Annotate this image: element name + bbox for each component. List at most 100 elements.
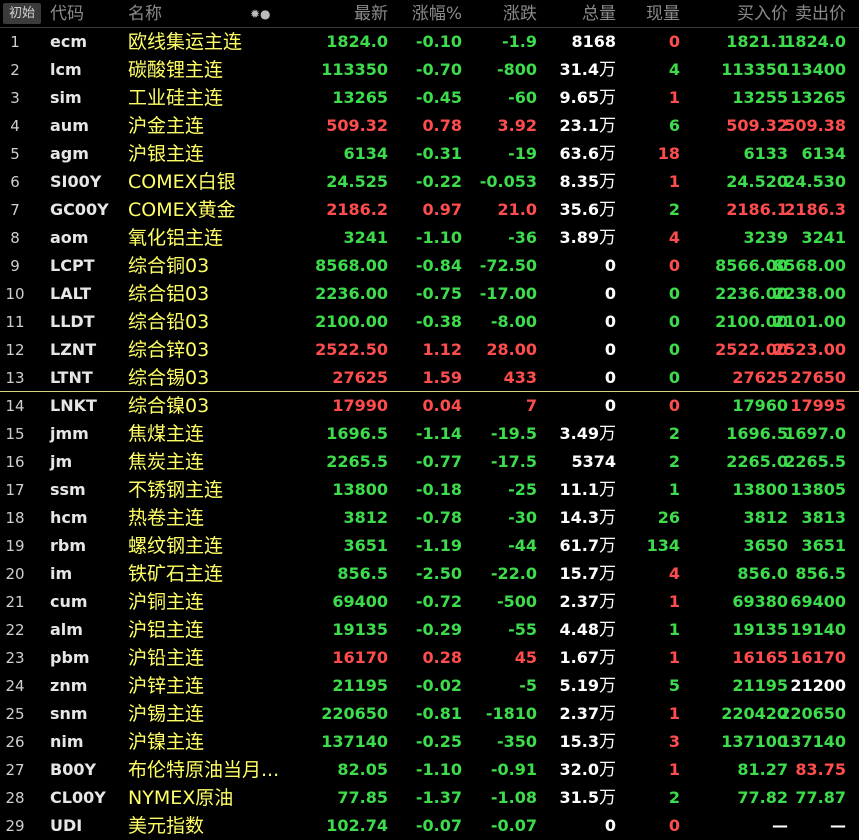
change-percent: -0.29	[415, 620, 462, 639]
total-volume-unit: 万	[599, 564, 616, 584]
quote-row[interactable]: 21 cum 沪铜主连 69400 -0.72 -500 1 69380 69400 2.37万	[0, 588, 859, 616]
current-volume: 1	[668, 480, 680, 499]
quote-row[interactable]: 18 hcm 热卷主连 3812 -0.78 -30 26 3812 3813 14.3万	[0, 504, 859, 532]
symbol-code: lcm	[50, 60, 82, 79]
row-index: 4	[10, 117, 20, 135]
total-volume-unit: 万	[599, 228, 616, 248]
ask-price: 509.38	[784, 116, 846, 135]
symbol-code: hcm	[50, 508, 88, 527]
change-value: -19	[508, 144, 537, 163]
quote-row[interactable]: 7 GC00Y COMEX黄金 2186.2 0.97 21.0 2 2186.1 2186.3…	[0, 196, 859, 224]
quote-row[interactable]: 11 LLDT 综合铅03 2100.00 -0.38 -8.00 0 2100.00 2101…	[0, 308, 859, 336]
col-ask[interactable]: 卖出价	[760, 3, 846, 25]
quote-row[interactable]: 26 nim 沪镍主连 137140 -0.25 -350 3 137100 137140 15.…	[0, 728, 859, 756]
change-value: -1.08	[490, 788, 537, 807]
quote-row[interactable]: 1 ecm 欧线集运主连 1824.0 -0.10 -1.9 0 1821.1 1824.0 81…	[0, 28, 859, 56]
change-percent: -1.10	[415, 228, 462, 247]
change-percent: -0.25	[415, 732, 462, 751]
col-code[interactable]: 代码	[50, 3, 84, 25]
ask-price: 220650	[779, 704, 846, 723]
row-index: 20	[5, 565, 25, 583]
quote-row[interactable]: 8 aom 氧化铝主连 3241 -1.10 -36 4 3239 3241 3.89万	[0, 224, 859, 252]
change-percent: -0.78	[415, 508, 462, 527]
ask-price: 113400	[779, 60, 846, 79]
ask-price: 13265	[790, 88, 846, 107]
quote-row[interactable]: 17 ssm 不锈钢主连 13800 -0.18 -25 1 13800 13805 11.1万	[0, 476, 859, 504]
total-volume: 15.7万	[540, 560, 616, 588]
quote-row[interactable]: 20 im 铁矿石主连 856.5 -2.50 -22.0 4 856.0 856.5 15.7万	[0, 560, 859, 588]
change-value: -19.5	[490, 424, 537, 443]
quote-row[interactable]: 14 LNKT 综合镍03 17990 0.04 7 0 17960 17995 0	[0, 392, 859, 420]
quote-row[interactable]: 6 SI00Y COMEX白银 24.525 -0.22 -0.053 1 24.520 24.…	[0, 168, 859, 196]
quote-row[interactable]: 13 LTNT 综合锡03 27625 1.59 433 0 27625 27650 0	[0, 364, 859, 392]
quote-row[interactable]: 16 jm 焦炭主连 2265.5 -0.77 -17.5 2 2265.0 2265.5 537…	[0, 448, 859, 476]
quote-row[interactable]: 29 UDI 美元指数 102.74 -0.07 -0.07 0— —0	[0, 812, 859, 840]
quote-row[interactable]: 19 rbm 螺纹钢主连 3651 -1.19 -44 134 3650 3651 61.7万	[0, 532, 859, 560]
quote-row[interactable]: 28 CL00Y NYMEX原油 77.85 -1.37 -1.08 2 77.82 77.87…	[0, 784, 859, 812]
gear-dot-icon[interactable]: ✹●	[250, 3, 271, 25]
symbol-code: UDI	[50, 816, 83, 835]
ask-price: 6134	[801, 144, 846, 163]
total-volume-value: 8.35	[559, 172, 599, 191]
ask-price: 8568.00	[773, 256, 846, 275]
symbol-name: 不锈钢主连	[128, 479, 224, 501]
quote-row[interactable]: 5 agm 沪银主连 6134 -0.31 -19 18 6133 6134 63.6万	[0, 140, 859, 168]
current-volume: 0	[668, 312, 680, 331]
quote-row[interactable]: 10 LALT 综合铝03 2236.00 -0.75 -17.00 0 2236.00 223…	[0, 280, 859, 308]
row-index: 19	[5, 537, 25, 555]
quote-board: 初始 代码 名称 ✹● 最新 涨幅% 涨跌 总量 现量 买入价 卖出价 1 ecm…	[0, 0, 859, 840]
symbol-name: 综合铅03	[128, 311, 210, 333]
current-volume: 0	[668, 256, 680, 275]
quote-row[interactable]: 27 B00Y 布伦特原油当月... 82.05 -1.10 -0.91 1 81.27 83.…	[0, 756, 859, 784]
quote-row[interactable]: 24 znm 沪锌主连 21195 -0.02 -5 5 21195 21200 5.19万	[0, 672, 859, 700]
total-volume: 0	[540, 336, 616, 364]
current-volume: 0	[668, 368, 680, 387]
ask-price: 3241	[801, 228, 846, 247]
col-change[interactable]: 涨跌	[462, 3, 537, 25]
quote-row[interactable]: 22 alm 沪铝主连 19135 -0.29 -55 1 19135 19140 4.48万	[0, 616, 859, 644]
row-index: 7	[10, 201, 20, 219]
col-current[interactable]: 现量	[620, 3, 680, 25]
symbol-code: SI00Y	[50, 172, 102, 191]
quote-row[interactable]: 9 LCPT 综合铜03 8568.00 -0.84 -72.50 0 8566.00 8568…	[0, 252, 859, 280]
total-volume: 8168	[540, 28, 616, 56]
quote-row[interactable]: 3 sim 工业硅主连 13265 -0.45 -60 1 13255 13265 9.65万	[0, 84, 859, 112]
current-volume: 1	[668, 620, 680, 639]
quote-row[interactable]: 25 snm 沪锡主连 220650 -0.81 -1810 1 220420 220650 2.…	[0, 700, 859, 728]
last-price: 3812	[343, 508, 388, 527]
total-volume: 0	[540, 392, 616, 420]
row-index: 28	[5, 789, 25, 807]
current-volume: 4	[668, 60, 680, 79]
total-volume: 11.1万	[540, 476, 616, 504]
total-volume-value: 23.1	[559, 116, 599, 135]
init-button[interactable]: 初始	[3, 3, 41, 24]
last-price: 3241	[343, 228, 388, 247]
ask-price: 77.87	[795, 788, 846, 807]
symbol-code: alm	[50, 620, 83, 639]
col-name[interactable]: 名称	[128, 3, 162, 25]
quote-row[interactable]: 23 pbm 沪铅主连 16170 0.28 45 1 16165 16170 1.67万	[0, 644, 859, 672]
row-index: 25	[5, 705, 25, 723]
symbol-name: 综合铜03	[128, 255, 210, 277]
total-volume: 0	[540, 308, 616, 336]
total-volume: 32.0万	[540, 756, 616, 784]
quote-row[interactable]: 2 lcm 碳酸锂主连 113350 -0.70 -800 4 113350 113400 31.…	[0, 56, 859, 84]
ask-price: 83.75	[795, 760, 846, 779]
quote-row[interactable]: 4 aum 沪金主连 509.32 0.78 3.92 6 509.32 509.38 23.1万	[0, 112, 859, 140]
total-volume: 15.3万	[540, 728, 616, 756]
quote-row[interactable]: 12 LZNT 综合锌03 2522.50 1.12 28.00 0 2522.00 2523.…	[0, 336, 859, 364]
change-value: -8.00	[490, 312, 537, 331]
total-volume-value: 4.48	[559, 620, 599, 639]
total-volume-value: 3.89	[559, 228, 599, 247]
symbol-name: 碳酸锂主连	[128, 59, 224, 81]
ask-price: 27650	[790, 368, 846, 387]
row-index: 10	[5, 285, 25, 303]
section-divider	[0, 391, 859, 392]
col-volume[interactable]: 总量	[540, 3, 616, 25]
ask-price: 2238.00	[773, 284, 846, 303]
symbol-name: 焦煤主连	[128, 423, 205, 445]
col-pct[interactable]: 涨幅%	[392, 3, 462, 25]
quote-row[interactable]: 15 jmm 焦煤主连 1696.5 -1.14 -19.5 2 1696.5 1697.0 3.…	[0, 420, 859, 448]
col-last[interactable]: 最新	[290, 3, 388, 25]
last-price: 82.05	[337, 760, 388, 779]
